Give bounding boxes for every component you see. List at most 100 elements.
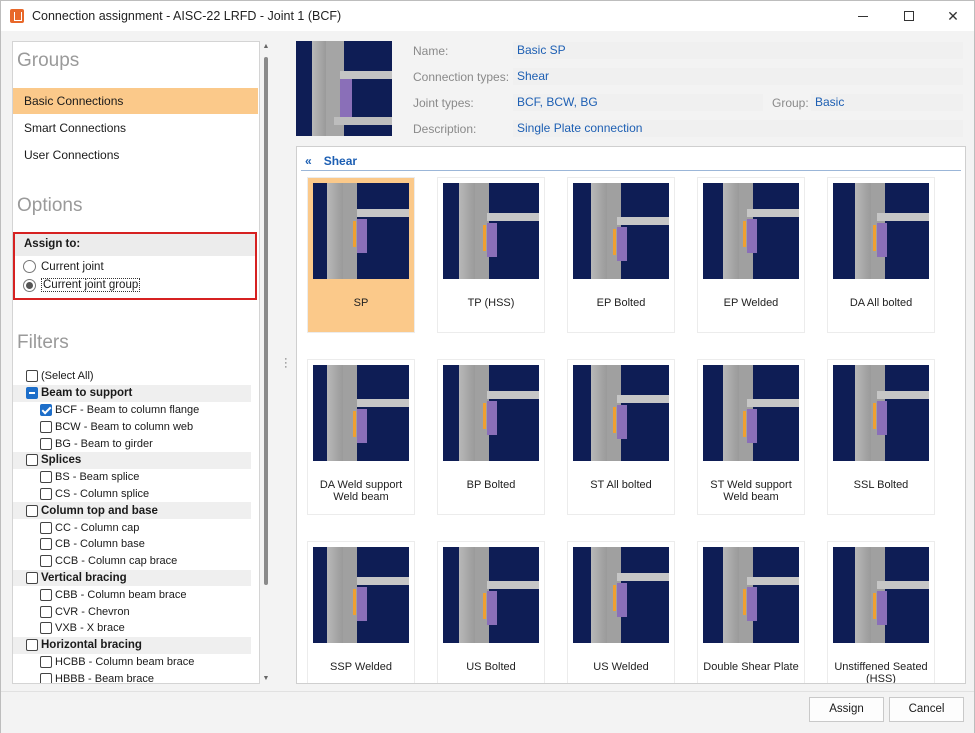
weld-shape bbox=[743, 411, 746, 437]
group-item-basic-connections[interactable]: Basic Connections bbox=[13, 88, 258, 114]
connection-thumbnail bbox=[313, 547, 409, 643]
connection-tile[interactable]: SSL Bolted bbox=[827, 359, 935, 515]
checkbox[interactable] bbox=[40, 622, 52, 635]
filter-item[interactable]: CVR - Chevron bbox=[13, 603, 251, 620]
group-item-smart-connections[interactable]: Smart Connections bbox=[13, 115, 258, 141]
filter-item[interactable]: CC - Column cap bbox=[13, 519, 251, 536]
checkbox[interactable] bbox=[40, 588, 52, 601]
checkbox[interactable] bbox=[40, 437, 52, 450]
checkbox[interactable] bbox=[26, 571, 38, 584]
connection-types-value: Shear bbox=[513, 68, 963, 85]
filter-item[interactable]: BCF - Beam to column flange bbox=[13, 402, 251, 419]
connection-label: EP Welded bbox=[723, 297, 779, 309]
filter-category[interactable]: Vertical bracing bbox=[13, 569, 251, 587]
radio-current-joint-group[interactable]: Current joint group bbox=[23, 278, 141, 292]
cancel-button[interactable]: Cancel bbox=[889, 697, 964, 722]
checkbox[interactable] bbox=[40, 672, 52, 683]
connection-tile[interactable]: US Welded bbox=[567, 541, 675, 683]
checkbox[interactable] bbox=[40, 555, 52, 568]
filter-item[interactable]: BS - Beam splice bbox=[13, 469, 251, 486]
connection-tile[interactable]: US Bolted bbox=[437, 541, 545, 683]
filter-item[interactable]: CBB - Column beam brace bbox=[13, 586, 251, 603]
checkbox[interactable] bbox=[40, 538, 52, 551]
checkbox[interactable] bbox=[40, 605, 52, 618]
connection-tile[interactable]: SSP Welded bbox=[307, 541, 415, 683]
connection-thumbnail bbox=[833, 365, 929, 461]
connection-tile[interactable]: TP (HSS) bbox=[437, 177, 545, 333]
group-item-user-connections[interactable]: User Connections bbox=[13, 142, 258, 168]
close-icon: ✕ bbox=[947, 7, 959, 24]
filters-heading: Filters bbox=[17, 332, 69, 353]
plate-shape bbox=[617, 405, 627, 439]
scroll-thumb[interactable] bbox=[264, 57, 268, 585]
checkbox[interactable] bbox=[40, 403, 52, 416]
filter-item[interactable]: CCB - Column cap brace bbox=[13, 553, 251, 570]
radio-label: Current joint group bbox=[41, 278, 141, 292]
weld-shape bbox=[743, 589, 746, 615]
filter-category[interactable]: Splices bbox=[13, 451, 251, 469]
connection-tile[interactable]: BP Bolted bbox=[437, 359, 545, 515]
description-label: Description: bbox=[413, 122, 477, 136]
filter-item[interactable]: HBBB - Beam brace bbox=[13, 670, 251, 683]
checkbox[interactable] bbox=[40, 655, 52, 668]
connection-label: Unstiffened Seated (HSS) bbox=[834, 661, 928, 684]
filter-category[interactable]: Column top and base bbox=[13, 502, 251, 520]
category-header-shear[interactable]: « Shear bbox=[301, 151, 961, 171]
connection-thumbnail bbox=[313, 183, 409, 279]
scroll-down-icon[interactable]: ▼ bbox=[262, 675, 270, 683]
weld-shape bbox=[613, 585, 616, 611]
connection-tile[interactable]: EP Welded bbox=[697, 177, 805, 333]
scroll-up-icon[interactable]: ▲ bbox=[262, 43, 270, 51]
assign-button[interactable]: Assign bbox=[809, 697, 884, 722]
checkbox[interactable] bbox=[26, 639, 38, 652]
checkbox[interactable] bbox=[40, 487, 52, 500]
connection-tile[interactable]: SP bbox=[307, 177, 415, 333]
radio-current-joint[interactable]: Current joint bbox=[23, 260, 104, 273]
connection-tile[interactable]: EP Bolted bbox=[567, 177, 675, 333]
checkbox[interactable] bbox=[40, 471, 52, 484]
filter-item[interactable]: BCW - Beam to column web bbox=[13, 418, 251, 435]
filter-category[interactable]: Beam to support bbox=[13, 384, 251, 402]
filter-label: Column top and base bbox=[41, 504, 158, 517]
checkbox[interactable] bbox=[26, 454, 38, 467]
options-heading: Options bbox=[17, 195, 83, 216]
checkbox[interactable] bbox=[26, 370, 38, 383]
filter-item[interactable]: CS - Column splice bbox=[13, 486, 251, 503]
filter-label: BCW - Beam to column web bbox=[55, 420, 194, 433]
maximize-button[interactable] bbox=[886, 1, 932, 31]
connection-tile[interactable]: ST Weld support Weld beam bbox=[697, 359, 805, 515]
column-shape bbox=[591, 365, 607, 461]
connection-label: SP bbox=[353, 297, 369, 309]
group-value: Basic bbox=[811, 94, 963, 111]
filter-item[interactable]: HCBB - Column beam brace bbox=[13, 654, 251, 671]
minimize-button[interactable] bbox=[840, 1, 886, 31]
filter-item[interactable]: VXB - X brace bbox=[13, 620, 251, 637]
filter-label: BCF - Beam to column flange bbox=[55, 403, 200, 416]
connection-tile[interactable]: DA All bolted bbox=[827, 177, 935, 333]
filter-label: VXB - X brace bbox=[55, 622, 125, 635]
weld-shape bbox=[613, 229, 616, 255]
connection-tile[interactable]: ST All bolted bbox=[567, 359, 675, 515]
checkbox[interactable] bbox=[26, 387, 38, 400]
plate-shape bbox=[877, 223, 887, 257]
column-shape bbox=[591, 547, 607, 643]
checkbox[interactable] bbox=[40, 521, 52, 534]
connection-tile[interactable]: Unstiffened Seated (HSS) bbox=[827, 541, 935, 684]
connection-thumbnail bbox=[313, 365, 409, 461]
connection-tile[interactable]: DA Weld support Weld beam bbox=[307, 359, 415, 515]
filter-item[interactable]: BG - Beam to girder bbox=[13, 435, 251, 452]
radio-button-selected[interactable] bbox=[23, 278, 36, 292]
left-scrollbar[interactable]: ▲ ▼ bbox=[262, 43, 270, 683]
filter-item[interactable]: CB - Column base bbox=[13, 536, 251, 553]
filter-select-all[interactable]: (Select All) bbox=[13, 368, 251, 385]
connection-tile[interactable]: Double Shear Plate bbox=[697, 541, 805, 683]
filter-label: CC - Column cap bbox=[55, 521, 140, 534]
close-button[interactable]: ✕ bbox=[930, 1, 975, 31]
radio-button[interactable] bbox=[23, 260, 36, 273]
checkbox[interactable] bbox=[40, 420, 52, 433]
filter-category[interactable]: Horizontal bracing bbox=[13, 636, 251, 654]
collapse-chevron-icon[interactable]: « bbox=[305, 154, 312, 168]
checkbox[interactable] bbox=[26, 504, 38, 517]
pane-splitter[interactable]: · · · bbox=[284, 354, 288, 373]
beam-shape bbox=[487, 581, 539, 589]
